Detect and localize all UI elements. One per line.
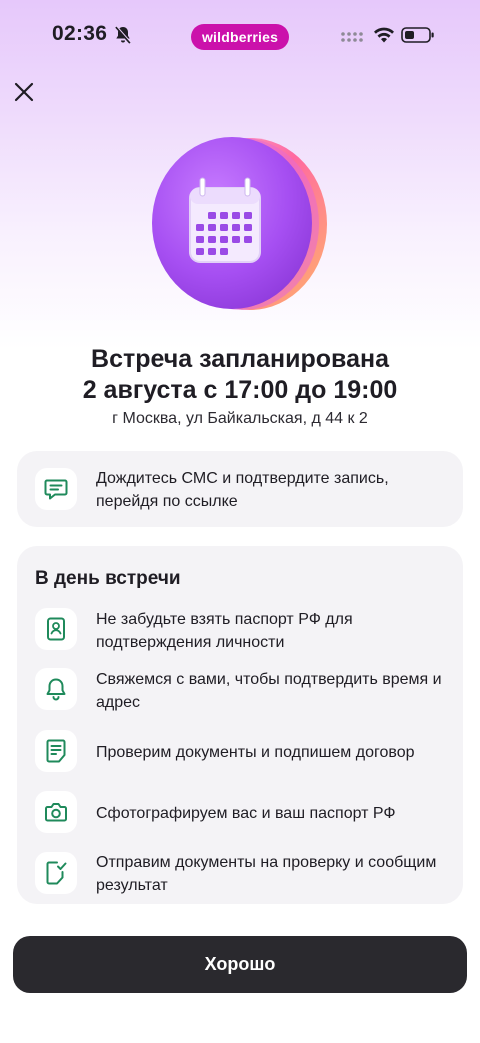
address-text: г Москва, ул Байкальская, д 44 к 2	[112, 410, 368, 427]
page-title: Встреча запланирована 2 августа с 17:00 …	[0, 344, 480, 406]
wildberries-logo: wildberries	[191, 24, 289, 50]
list-item-text: Не забудьте взять паспорт РФ для подтвер…	[96, 611, 353, 651]
sms-card-text: Дождитесь СМС и подтвердите запись, пере…	[96, 470, 389, 510]
passport-icon-box	[35, 608, 77, 650]
message-icon-box	[35, 468, 77, 510]
status-time: 02:36	[52, 22, 108, 45]
status-bar: 02:36 wildberries	[0, 0, 480, 72]
signal-icon	[341, 32, 363, 42]
document-icon-box	[35, 730, 77, 772]
passport-icon	[47, 617, 65, 641]
ok-button[interactable]: Хорошо	[13, 936, 467, 993]
calendar-icon	[152, 137, 327, 310]
bell-icon-box	[35, 668, 77, 710]
list-item-text: Отправим документы на проверку и сообщим…	[96, 854, 437, 894]
document-check-icon	[46, 861, 67, 885]
list-item-text: Сфотографируем вас и ваш паспорт РФ	[96, 805, 396, 822]
list-item-text: Свяжемся с вами, чтобы подтвердить время…	[96, 671, 442, 711]
title-line-2: 2 августа с 17:00 до 19:00	[82, 376, 398, 404]
document-check-icon-box	[35, 852, 77, 894]
sms-card: Дождитесь СМС и подтвердите запись, пере…	[17, 451, 463, 527]
list-item-text: Проверим документы и подпишем договор	[96, 744, 415, 761]
message-icon	[44, 479, 68, 500]
camera-icon-box	[35, 791, 77, 833]
section-title: В день встречи	[35, 568, 181, 589]
battery-icon	[401, 27, 434, 43]
meeting-day-card: В день встречи Не забудьте взять паспорт…	[17, 546, 463, 904]
document-icon	[46, 739, 66, 763]
wifi-icon	[374, 27, 394, 43]
title-line-1: Встреча запланирована	[91, 345, 389, 373]
close-icon[interactable]	[10, 78, 38, 106]
bell-off-icon	[115, 25, 132, 44]
bell-icon	[46, 678, 66, 701]
camera-icon	[45, 803, 67, 822]
